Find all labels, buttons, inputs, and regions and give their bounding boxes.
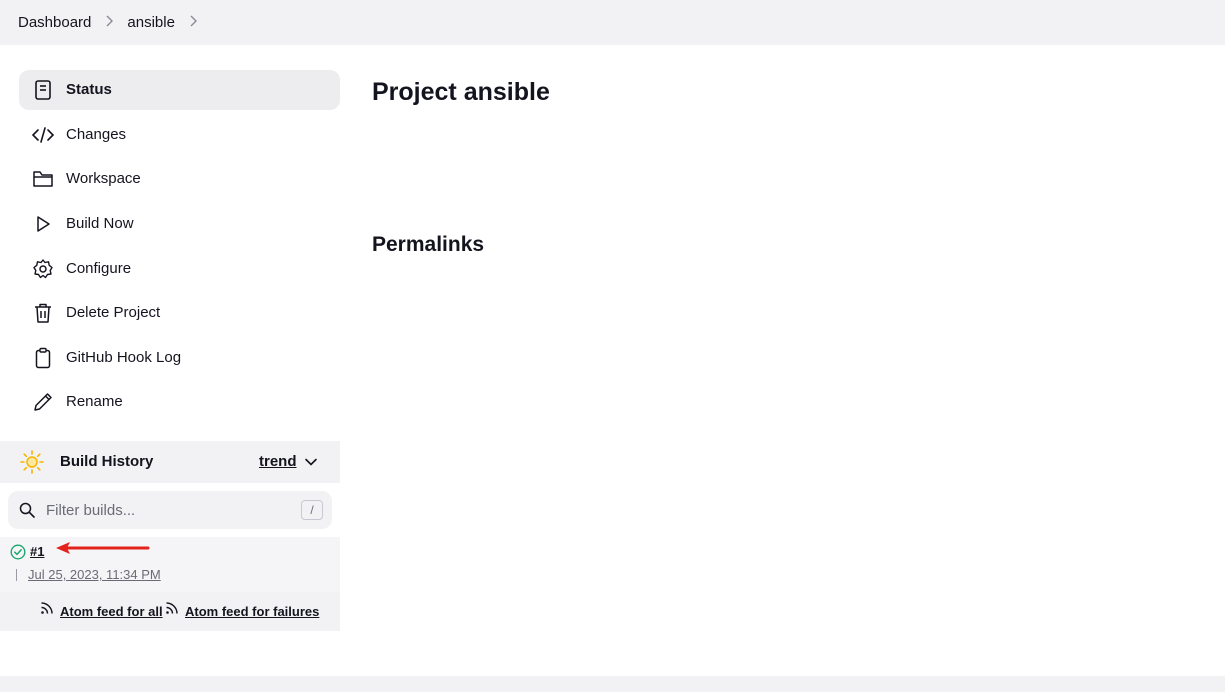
clipboard-icon <box>35 347 51 369</box>
sidebar-item-label: Delete Project <box>66 304 161 321</box>
sidebar-item-rename[interactable]: Rename <box>19 382 340 422</box>
page-title: Project ansible <box>372 78 550 106</box>
rss-feed-icon <box>166 602 178 614</box>
build-divider <box>16 569 17 581</box>
code-icon <box>32 127 54 143</box>
sidebar-item-github-hook-log[interactable]: GitHub Hook Log <box>19 338 340 378</box>
gear-icon <box>33 259 53 279</box>
annotation-arrow-icon <box>56 542 150 554</box>
sidebar-item-label: Build Now <box>66 215 134 232</box>
sidebar-item-label: Workspace <box>66 170 141 187</box>
chevron-right-icon <box>91 14 127 31</box>
chevron-down-icon[interactable] <box>304 455 318 469</box>
build-date-link[interactable]: Jul 25, 2023, 11:34 PM <box>28 567 161 582</box>
sidebar-item-delete-project[interactable]: Delete Project <box>19 293 340 333</box>
page-footer <box>0 676 1225 692</box>
sidebar-item-label: Configure <box>66 260 132 277</box>
folder-icon <box>33 171 53 187</box>
sidebar-item-label: Status <box>66 81 112 98</box>
build-row: #1 Jul 25, 2023, 11:34 PM <box>0 537 340 592</box>
breadcrumb-bar: Dashboard ansible <box>0 0 1225 45</box>
sidebar-item-changes[interactable]: Changes <box>19 115 340 155</box>
breadcrumb-ansible[interactable]: ansible <box>127 14 175 31</box>
atom-feeds: Atom feed for all Atom feed for failures <box>0 592 340 631</box>
permalinks-heading: Permalinks <box>372 233 485 256</box>
chevron-right-icon[interactable] <box>175 14 211 31</box>
status-document-icon <box>35 80 51 100</box>
success-check-icon <box>10 544 26 560</box>
search-icon <box>19 502 35 518</box>
trash-icon <box>35 303 51 323</box>
atom-feed-all-link[interactable]: Atom feed for all <box>60 604 163 619</box>
pencil-icon <box>34 393 52 411</box>
sidebar-item-label: Changes <box>66 126 127 143</box>
sidebar-item-label: Rename <box>66 393 123 410</box>
rss-feed-icon <box>41 602 53 614</box>
filter-builds: / <box>8 491 332 529</box>
build-history-header: Build History trend <box>0 441 340 483</box>
trend-link[interactable]: trend <box>259 453 297 470</box>
sidebar-item-workspace[interactable]: Workspace <box>19 159 340 199</box>
sidebar-item-build-now[interactable]: Build Now <box>19 204 340 244</box>
keyboard-shortcut-hint: / <box>301 500 323 520</box>
breadcrumb-dashboard[interactable]: Dashboard <box>18 14 91 31</box>
play-icon <box>37 216 50 232</box>
sidebar-item-status[interactable]: Status <box>19 70 340 110</box>
build-number-link[interactable]: #1 <box>30 544 44 559</box>
weather-sunny-icon <box>20 450 44 474</box>
atom-feed-failures-link[interactable]: Atom feed for failures <box>185 604 319 619</box>
sidebar-item-label: GitHub Hook Log <box>66 349 182 366</box>
sidebar-item-configure[interactable]: Configure <box>19 249 340 289</box>
filter-builds-input[interactable] <box>46 499 286 521</box>
build-history-title: Build History <box>60 453 154 470</box>
